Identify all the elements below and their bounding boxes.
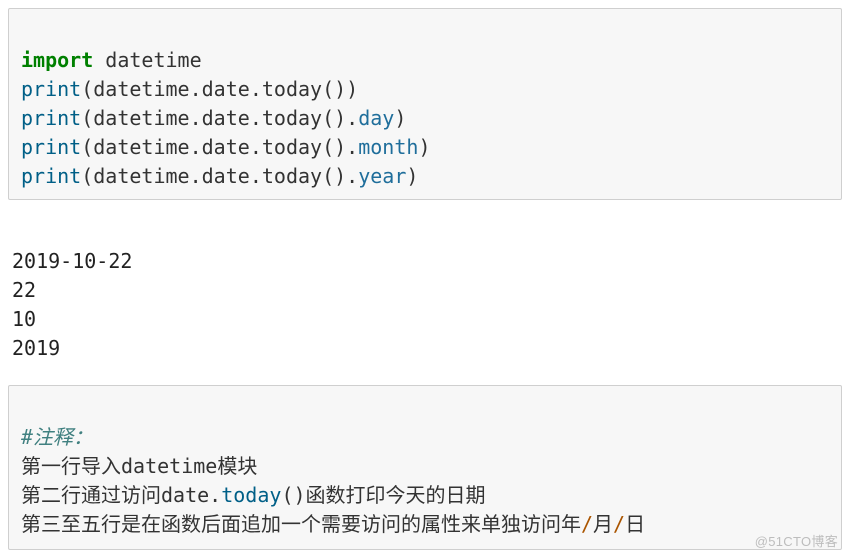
- keyword-import: import: [21, 48, 93, 72]
- punct: .: [190, 106, 202, 130]
- ident-datetime: datetime: [93, 135, 189, 159]
- output-line-3: 10: [12, 307, 36, 331]
- attr-day: day: [358, 106, 394, 130]
- fn-print: print: [21, 106, 81, 130]
- code-line-3: print(datetime.date.today().day): [21, 106, 406, 130]
- punct: .: [190, 135, 202, 159]
- ident-today: today: [262, 164, 322, 188]
- comment-text: 日: [625, 512, 645, 536]
- punct: (): [322, 135, 346, 159]
- punct: .: [250, 106, 262, 130]
- punct: ): [418, 135, 430, 159]
- ident-today: today: [262, 135, 322, 159]
- punct: .: [209, 483, 221, 507]
- fn-today-ref: today: [221, 483, 281, 507]
- comment-marker: #注释：: [21, 425, 93, 449]
- code-line-1: import datetime: [21, 48, 202, 72]
- punct: ): [394, 106, 406, 130]
- ident-date: date: [202, 135, 250, 159]
- comment-line-3: 第二行通过访问date.today()函数打印今天的日期: [21, 483, 486, 507]
- punct: .: [250, 77, 262, 101]
- punct: .: [346, 135, 358, 159]
- comment-line-4: 第三至五行是在函数后面追加一个需要访问的属性来单独访问年/月/日: [21, 512, 645, 536]
- ident-today: today: [262, 77, 322, 101]
- punct: ()): [322, 77, 358, 101]
- punct: .: [346, 106, 358, 130]
- ident-today: today: [262, 106, 322, 130]
- fn-print: print: [21, 135, 81, 159]
- punct: .: [190, 77, 202, 101]
- code-block: import datetime print(datetime.date.toda…: [8, 8, 842, 200]
- punct: (: [81, 135, 93, 159]
- punct: (: [81, 77, 93, 101]
- punct: (): [322, 106, 346, 130]
- watermark: @51CTO博客: [755, 533, 838, 552]
- comment-text: 第三至五行是在函数后面追加一个需要访问的属性来单独访问年: [21, 512, 581, 536]
- output-line-1: 2019-10-22: [12, 249, 132, 273]
- attr-year: year: [358, 164, 406, 188]
- output-line-4: 2019: [12, 336, 60, 360]
- code-line-2: print(datetime.date.today()): [21, 77, 358, 101]
- punct: (): [322, 164, 346, 188]
- punct: .: [250, 135, 262, 159]
- ident-date: date: [202, 77, 250, 101]
- comment-text: 月: [593, 512, 613, 536]
- punct: ): [406, 164, 418, 188]
- ident-datetime: datetime: [93, 164, 189, 188]
- ident-date: date: [202, 106, 250, 130]
- punct: (: [81, 164, 93, 188]
- output-block: 2019-10-22 22 10 2019: [8, 212, 842, 373]
- punct: (: [81, 106, 93, 130]
- slash-sep: /: [613, 512, 625, 536]
- comment-block: #注释： 第一行导入datetime模块 第二行通过访问date.today()…: [8, 385, 842, 550]
- attr-month: month: [358, 135, 418, 159]
- ident-datetime: datetime: [93, 77, 189, 101]
- slash-sep: /: [581, 512, 593, 536]
- fn-print: print: [21, 77, 81, 101]
- ident-datetime: datetime: [93, 106, 189, 130]
- fn-print: print: [21, 164, 81, 188]
- ident-date: date: [202, 164, 250, 188]
- comment-text: 函数打印今天的日期: [306, 483, 486, 507]
- code-line-5: print(datetime.date.today().year): [21, 164, 418, 188]
- punct: .: [250, 164, 262, 188]
- comment-text: 第一行导入datetime模块: [21, 454, 257, 478]
- comment-line-2: 第一行导入datetime模块: [21, 454, 257, 478]
- module-datetime: datetime: [93, 48, 201, 72]
- comment-line-1: #注释：: [21, 425, 93, 449]
- punct: (): [281, 483, 305, 507]
- punct: .: [346, 164, 358, 188]
- code-line-4: print(datetime.date.today().month): [21, 135, 430, 159]
- output-line-2: 22: [12, 278, 36, 302]
- punct: .: [190, 164, 202, 188]
- comment-text: 第二行通过访问date: [21, 483, 209, 507]
